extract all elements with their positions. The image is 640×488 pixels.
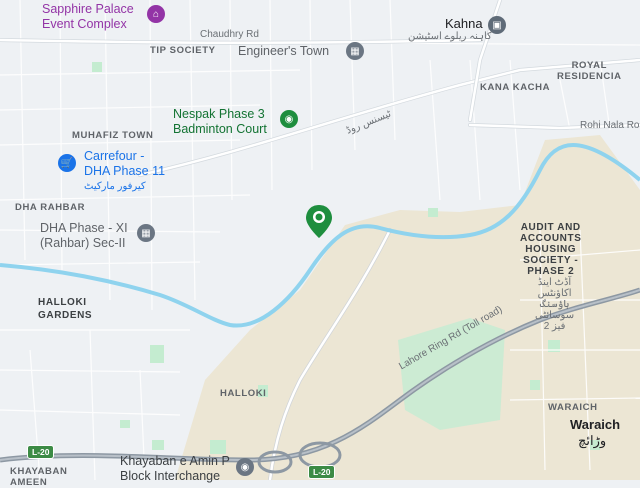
area-muhafiz-town: MUHAFIZ TOWN [72,130,154,141]
landmark-icon[interactable]: ▦ [346,42,364,60]
audit-line5: PHASE 2 [527,266,575,277]
carrefour-line1: Carrefour - [84,149,145,163]
audit-line1: AUDIT AND [520,222,581,233]
dha-line2: (Rahbar) Sec-II [40,236,126,250]
area-royal-residencia: ROYAL RESIDENCIA [557,60,622,82]
town-label-waraich[interactable]: Waraich [570,417,620,432]
area-tip-society: TIP SOCIETY [150,45,216,56]
royal-line2: RESIDENCIA [557,71,622,82]
audit-line2: ACCOUNTS [520,233,582,244]
landmark-icon[interactable]: ▦ [137,224,155,242]
poi-dha-phase[interactable]: DHA Phase - XI (Rahbar) Sec-II [40,221,128,251]
carrefour-line2: DHA Phase 11 [84,164,166,178]
road-shield-l20: L-20 [27,445,55,459]
khayaban-line1: Khayaban e Amin P [120,454,230,468]
event-venue-icon[interactable]: ⌂ [147,5,165,23]
area-waraich: WARAICH [548,402,598,413]
audit-urdu-line5: فیز 2 [543,321,566,332]
place-pin-icon[interactable]: ◉ [236,458,254,476]
khayaban-left-line2: AMEEN [10,477,48,488]
shopping-cart-icon[interactable]: 🛒 [58,154,76,172]
audit-urdu-line2: اکاؤنٹس [537,288,572,299]
audit-line3: HOUSING [525,244,577,255]
area-halloki-gardens: HALLOKI GARDENS [38,296,92,322]
royal-line1: ROYAL [571,60,607,71]
town-label-waraich-urdu: وڑائچ [578,433,607,448]
halloki-gardens-line1: HALLOKI [38,297,87,308]
area-dha-rahbar: DHA RAHBAR [15,202,86,213]
area-khayaban-ameen: KHAYABAN AMEEN [10,466,67,488]
town-label-kahna[interactable]: Kahna [445,16,483,31]
area-audit-accounts: AUDIT AND ACCOUNTS HOUSING SOCIETY - PHA… [520,222,581,277]
dha-line1: DHA Phase - XI [40,221,128,235]
audit-urdu-line1: آڈٹ اینڈ [537,277,572,288]
road-label-chaudhry: Chaudhry Rd [200,29,259,40]
poi-nespak[interactable]: Nespak Phase 3 Badminton Court [173,107,267,137]
area-kana-kacha: KANA KACHA [480,82,551,93]
audit-line4: SOCIETY - [523,255,579,266]
road-label-rohi-nala: Rohi Nala Ro [580,120,640,131]
road-shield-l20: L-20 [308,465,336,479]
kahna-urdu-label: کاہنہ ریلوے اسٹیشن [408,31,492,42]
khayaban-line2: Block Interchange [120,469,221,483]
carrefour-line3: کیرفور مارکیٹ [84,181,146,192]
area-halloki: HALLOKI [220,388,267,399]
poi-sapphire-palace[interactable]: Sapphire Palace Event Complex [42,2,134,32]
khayaban-left-line1: KHAYABAN [10,466,68,477]
audit-urdu-line4: سوسائٹی [535,310,575,321]
poi-sapphire-line2: Event Complex [42,17,127,31]
poi-engineers-town[interactable]: Engineer's Town [238,44,329,59]
nespak-line2: Badminton Court [173,122,267,136]
poi-sapphire-line1: Sapphire Palace [42,2,134,16]
audit-urdu-label: آڈٹ اینڈ اکاؤنٹس ہاؤسنگ سوسائٹی فیز 2 [535,277,574,332]
halloki-gardens-line2: GARDENS [38,310,93,321]
sports-icon[interactable]: ◉ [280,110,298,128]
audit-urdu-line3: ہاؤسنگ [539,299,570,310]
poi-carrefour[interactable]: Carrefour - DHA Phase 11 کیرفور مارکیٹ [84,149,165,194]
nespak-line1: Nespak Phase 3 [173,107,265,121]
